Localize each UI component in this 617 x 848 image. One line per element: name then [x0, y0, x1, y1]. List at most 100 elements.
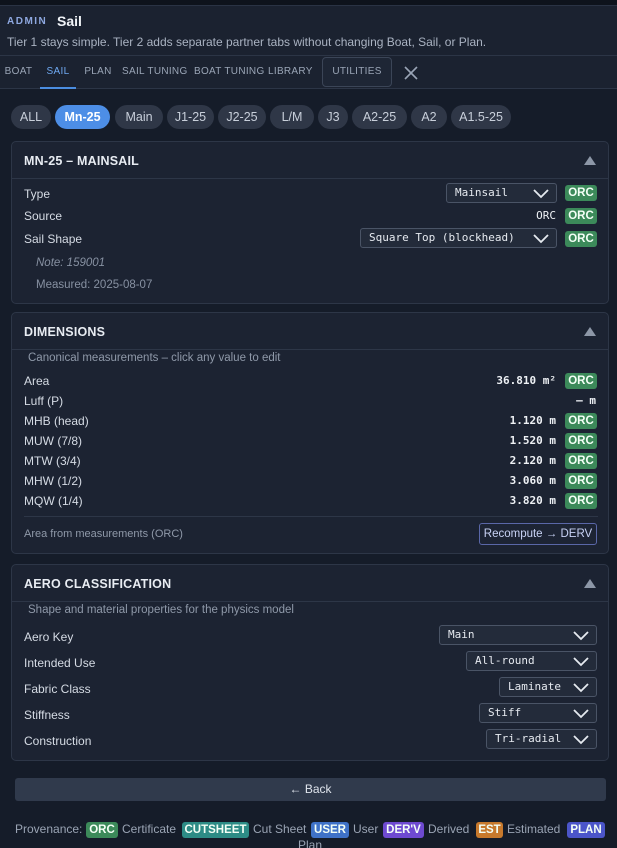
sail-shape-select-value: Square Top (blockhead)	[369, 231, 515, 244]
dimension-source-badge: ORC	[565, 433, 597, 449]
construction-label: Construction	[24, 734, 92, 748]
tab-sail-tuning[interactable]: SAIL TUNING	[122, 56, 187, 89]
chevron-down-icon	[573, 631, 589, 641]
provenance-text: Certificate	[122, 822, 177, 836]
provenance-text: Derived	[428, 822, 470, 836]
collapse-up-icon[interactable]	[584, 327, 596, 336]
dimension-label: Area	[24, 374, 50, 388]
dimensions-panel: DIMENSIONS Canonical measurements – clic…	[11, 312, 609, 554]
sail-panel-title: MN-25 – MAINSAIL	[24, 154, 140, 168]
sail-shape-label: Sail Shape	[24, 232, 83, 246]
chevron-down-icon	[573, 657, 589, 667]
dimension-source-badge: ORC	[565, 413, 597, 429]
sail-chip-j2-25[interactable]: J2-25	[218, 105, 266, 129]
sail-chip-a2[interactable]: A2	[411, 105, 447, 129]
sail-note: Note: 159001	[36, 257, 106, 269]
aero-panel-title: AERO CLASSIFICATION	[24, 577, 172, 591]
dimensions-panel-header[interactable]: DIMENSIONS	[12, 313, 608, 350]
dimension-label: MHB (head)	[24, 414, 89, 428]
type-select[interactable]: Mainsail	[446, 183, 557, 203]
sail-chip-j1-25[interactable]: J1-25	[167, 105, 214, 129]
dimension-value[interactable]: 3.060 m	[510, 474, 556, 487]
source-label: Source	[24, 209, 63, 223]
aero-hint: Shape and material properties for the ph…	[28, 604, 294, 616]
construction-value: Tri-radial	[495, 732, 562, 745]
intended-use-label: Intended Use	[24, 656, 96, 670]
tab-boat-tuning[interactable]: BOAT TUNING	[194, 56, 264, 89]
stiffness-value: Stiff	[488, 706, 522, 719]
tab-bar: BOAT SAIL PLAN SAIL TUNING BOAT TUNING L…	[0, 56, 617, 89]
close-icon[interactable]	[401, 63, 421, 83]
sail-chip-all[interactable]: ALL	[11, 105, 51, 129]
dimension-label: MHW (1/2)	[24, 474, 82, 488]
provenance-text: Estimated	[507, 822, 561, 836]
sail-panel-header[interactable]: MN-25 – MAINSAIL	[12, 142, 608, 179]
intended-use-select[interactable]: All-round	[466, 651, 597, 671]
dimension-value[interactable]: — m	[576, 394, 596, 407]
aero-key-label: Aero Key	[24, 630, 74, 644]
aero-panel-header[interactable]: AERO CLASSIFICATION	[12, 565, 608, 602]
dimension-label: MTW (3/4)	[24, 454, 81, 468]
dimensions-panel-title: DIMENSIONS	[24, 325, 106, 339]
area-source-note: Area from measurements (ORC)	[24, 528, 183, 540]
sail-shape-source-badge: ORC	[565, 231, 597, 247]
dimension-source-badge: ORC	[565, 493, 597, 509]
app-header: ADMIN Sail Tier 1 stays simple. Tier 2 a…	[0, 6, 617, 56]
dimension-value[interactable]: 36.810 m²	[496, 374, 556, 387]
tab-utilities[interactable]: UTILITIES	[322, 57, 392, 87]
dimension-value[interactable]: 1.520 m	[510, 434, 556, 447]
provenance-text: User	[353, 822, 379, 836]
dimension-value[interactable]: 2.120 m	[510, 454, 556, 467]
provenance-badge-estimated: EST	[476, 822, 503, 838]
provenance-badge-derived: DER'V	[383, 822, 424, 838]
chevron-down-icon	[533, 189, 549, 199]
aero-key-value: Main	[448, 628, 475, 641]
tab-library[interactable]: LIBRARY	[268, 56, 312, 89]
recompute-button[interactable]: Recompute → DERV	[479, 523, 597, 545]
construction-select[interactable]: Tri-radial	[486, 729, 597, 749]
sail-chip-j3[interactable]: J3	[318, 105, 348, 129]
fabric-class-label: Fabric Class	[24, 682, 91, 696]
provenance-badge-cutsheet: CUTSHEET	[182, 822, 249, 838]
type-label: Type	[24, 187, 51, 201]
collapse-up-icon[interactable]	[584, 156, 596, 165]
tab-plan[interactable]: PLAN	[80, 56, 116, 89]
sail-chip-main[interactable]: Main	[115, 105, 163, 129]
provenance-text: Plan	[298, 838, 323, 848]
sail-chip-a1-5-25[interactable]: A1.5-25	[451, 105, 511, 129]
dimension-value[interactable]: 3.820 m	[510, 494, 556, 507]
tab-sail[interactable]: SAIL	[40, 56, 76, 89]
sail-shape-select[interactable]: Square Top (blockhead)	[360, 228, 557, 248]
back-button[interactable]: ← Back	[15, 778, 606, 801]
sail-chip-mn-25[interactable]: Mn-25	[55, 105, 110, 129]
chevron-down-icon	[573, 683, 589, 693]
dimension-source-badge: ORC	[565, 373, 597, 389]
stiffness-select[interactable]: Stiff	[479, 703, 597, 723]
provenance-badge-plan: PLAN	[567, 822, 605, 838]
sail-chip-lm[interactable]: L/M	[270, 105, 314, 129]
provenance-badge-user: USER	[311, 822, 349, 838]
dimension-label: Luff (P)	[24, 394, 64, 408]
stiffness-label: Stiffness	[24, 708, 70, 722]
sail-chip-a2-25[interactable]: A2-25	[352, 105, 407, 129]
aero-key-select[interactable]: Main	[439, 625, 597, 645]
intended-use-value: All-round	[475, 654, 535, 667]
dimension-value[interactable]: 1.120 m	[510, 414, 556, 427]
measured-date: Measured: 2025-08-07	[36, 279, 153, 291]
dimensions-hint: Canonical measurements – click any value…	[28, 352, 281, 364]
dimension-label: MUW (7/8)	[24, 434, 82, 448]
page-subtitle: Tier 1 stays simple. Tier 2 adds separat…	[7, 35, 487, 49]
admin-label: ADMIN	[7, 16, 48, 27]
type-source-badge: ORC	[565, 185, 597, 201]
source-badge: ORC	[565, 208, 597, 224]
dimension-source-badge: ORC	[565, 453, 597, 469]
divider	[24, 516, 598, 517]
page-title: Sail	[57, 13, 82, 29]
collapse-up-icon[interactable]	[584, 579, 596, 588]
fabric-class-value: Laminate	[508, 680, 561, 693]
fabric-class-select[interactable]: Laminate	[499, 677, 597, 697]
chevron-down-icon	[533, 234, 549, 244]
tab-boat[interactable]: BOAT	[0, 56, 37, 89]
dimension-label: MQW (1/4)	[24, 494, 83, 508]
chevron-down-icon	[573, 735, 589, 745]
